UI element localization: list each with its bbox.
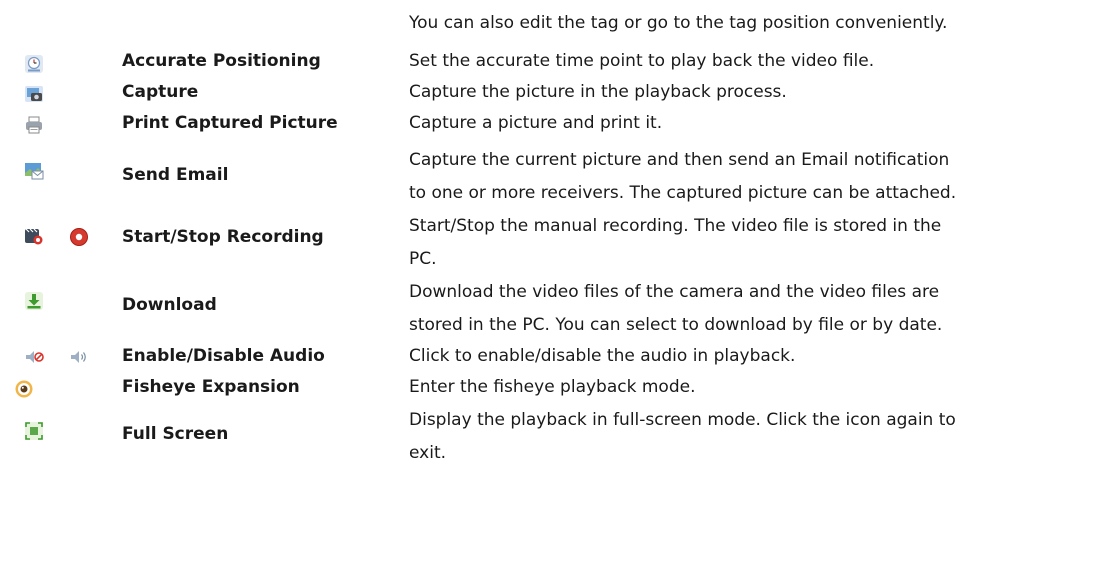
picture-email-icon xyxy=(24,161,44,181)
row-desc-send-email-2: to one or more receivers. The captured p… xyxy=(409,183,957,203)
row-desc-send-email-1: Capture the current picture and then sen… xyxy=(409,150,950,170)
row-desc-capture: Capture the picture in the playback proc… xyxy=(409,82,787,102)
row-name-fisheye-expansion: Fisheye Expansion xyxy=(122,377,300,397)
row-desc-download-2: stored in the PC. You can select to down… xyxy=(409,315,943,335)
row-desc-download-1: Download the video files of the camera a… xyxy=(409,282,940,302)
row-desc-recording-2: PC. xyxy=(409,249,437,269)
row-name-enable-disable-audio: Enable/Disable Audio xyxy=(122,346,325,366)
row-name-print-captured-picture: Print Captured Picture xyxy=(122,113,338,133)
row-name-start-stop-recording: Start/Stop Recording xyxy=(122,227,324,247)
download-icon xyxy=(24,291,44,311)
row-name-send-email: Send Email xyxy=(122,165,229,185)
fullscreen-icon xyxy=(24,421,44,441)
row-desc-recording-1: Start/Stop the manual recording. The vid… xyxy=(409,216,942,236)
clock-positioning-icon xyxy=(24,54,44,74)
row-desc-fisheye: Enter the fisheye playback mode. xyxy=(409,377,696,397)
audio-on-icon xyxy=(69,347,89,367)
audio-muted-icon xyxy=(24,347,44,367)
camera-capture-icon xyxy=(24,84,44,104)
row-name-download: Download xyxy=(122,295,217,315)
intro-text: You can also edit the tag or go to the t… xyxy=(409,13,948,33)
row-desc-audio: Click to enable/disable the audio in pla… xyxy=(409,346,796,366)
record-button-icon xyxy=(69,227,89,247)
record-clapper-icon xyxy=(24,226,44,246)
row-name-full-screen: Full Screen xyxy=(122,424,229,444)
row-desc-accurate-positioning: Set the accurate time point to play back… xyxy=(409,51,875,71)
row-name-accurate-positioning: Accurate Positioning xyxy=(122,51,321,71)
printer-icon xyxy=(24,115,44,135)
fisheye-icon xyxy=(14,379,34,399)
row-name-capture: Capture xyxy=(122,82,199,102)
row-desc-full-screen-1: Display the playback in full-screen mode… xyxy=(409,410,956,430)
row-desc-print-captured-picture: Capture a picture and print it. xyxy=(409,113,663,133)
row-desc-full-screen-2: exit. xyxy=(409,443,447,463)
